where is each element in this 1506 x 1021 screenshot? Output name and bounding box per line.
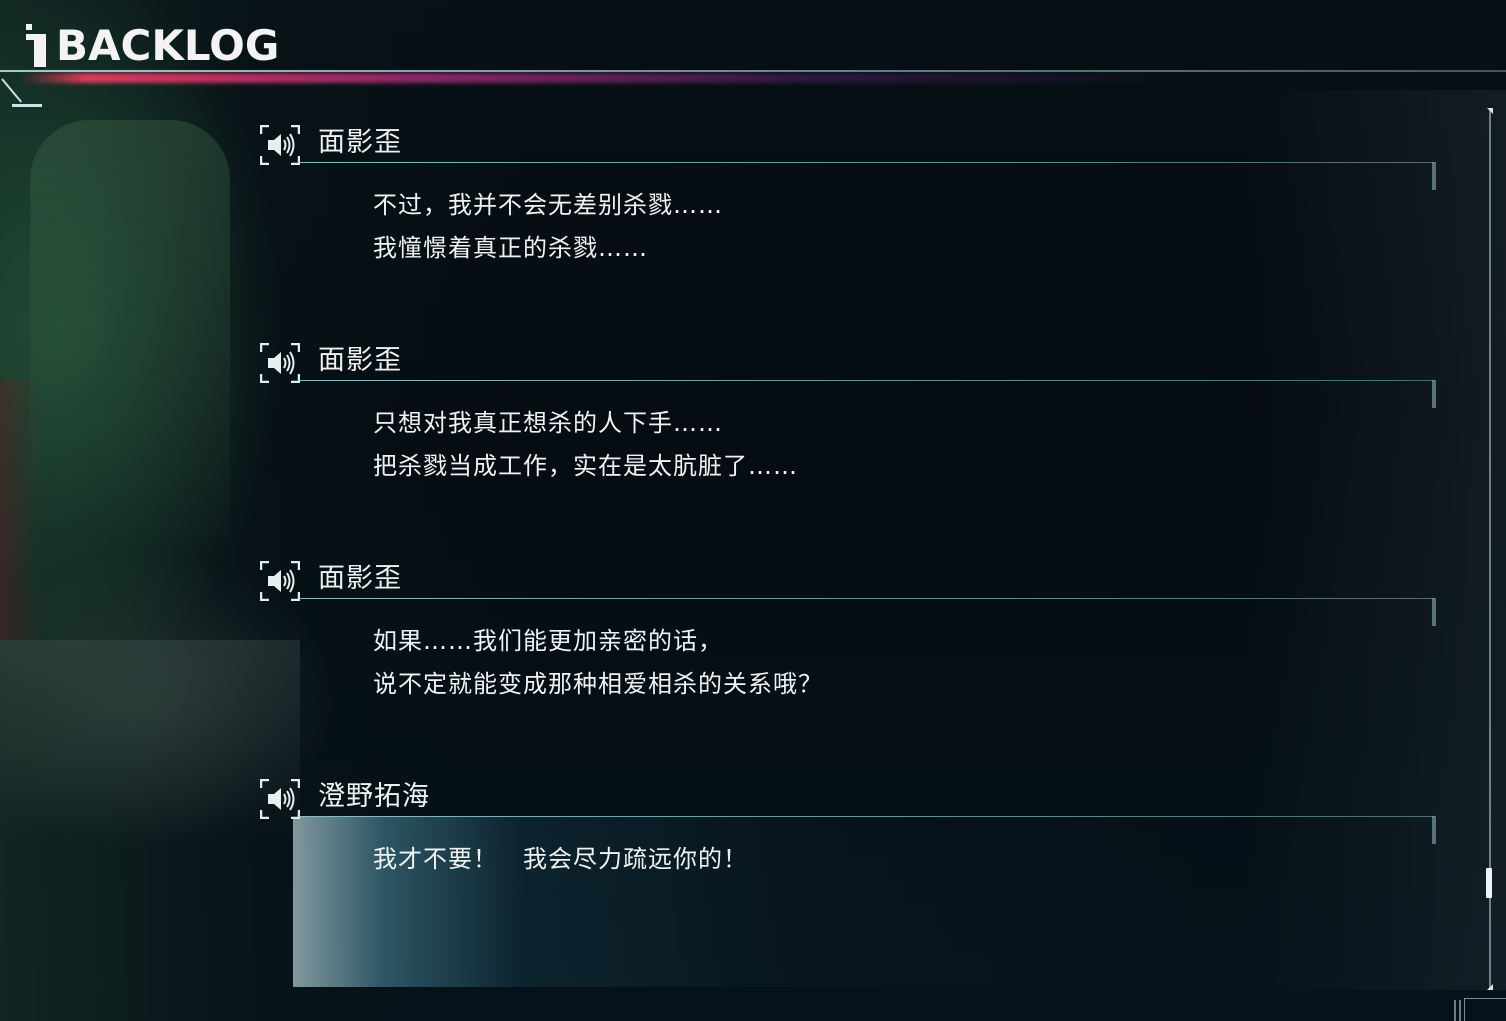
- corner-frame-icon: [1452, 996, 1506, 1021]
- scroll-thumb[interactable]: [1486, 868, 1492, 898]
- name-divider: [298, 816, 1434, 817]
- page-title: BACKLOG: [56, 21, 280, 70]
- backlog-screen: BACKLOG 面影歪 不过，我并不会无差别杀戮…… 我憧憬着真正的杀戮…… 面影歪只…: [0, 0, 1506, 1021]
- background-scenery: [0, 380, 40, 640]
- name-divider: [298, 380, 1434, 381]
- log-entry[interactable]: 面影歪不过，我并不会无差别杀戮…… 我憧憬着真正的杀戮……: [258, 120, 1448, 338]
- name-divider: [298, 162, 1434, 163]
- log-entry[interactable]: 澄野拓海我才不要！ 我会尽力疏远你的！: [258, 774, 1448, 992]
- background-scenery: [0, 640, 300, 840]
- scroll-down-arrow-icon[interactable]: [1487, 984, 1493, 990]
- divider-end-mark: [1432, 162, 1436, 190]
- dialogue-line: 不过，我并不会无差别杀戮……: [373, 191, 723, 219]
- speaker-icon: [260, 561, 300, 601]
- dialogue-line: 如果……我们能更加亲密的话，: [373, 627, 723, 655]
- dialogue-text: 只想对我真正想杀的人下手…… 把杀戮当成工作，实在是太肮脏了……: [373, 402, 798, 488]
- dialogue-line: 我才不要！ 我会尽力疏远你的！: [373, 845, 748, 873]
- dialogue-text: 不过，我并不会无差别杀戮…… 我憧憬着真正的杀戮……: [373, 184, 723, 270]
- dialogue-text: 如果……我们能更加亲密的话， 说不定就能变成那种相爱相杀的关系哦？: [373, 620, 823, 706]
- log-list[interactable]: 面影歪 不过，我并不会无差别杀戮…… 我憧憬着真正的杀戮…… 面影歪 只想对我真正想杀的…: [258, 120, 1448, 992]
- dialogue-line: 把杀戮当成工作，实在是太肮脏了……: [373, 452, 798, 480]
- title-group: BACKLOG: [22, 22, 279, 70]
- voice-replay-button[interactable]: [260, 125, 300, 165]
- log-entry[interactable]: 面影歪只想对我真正想杀的人下手…… 把杀戮当成工作，实在是太肮脏了……: [258, 338, 1448, 556]
- divider-end-mark: [1432, 598, 1436, 626]
- speaker-name: 面影歪: [318, 345, 402, 376]
- dialogue-line: 我憧憬着真正的杀戮……: [373, 234, 648, 262]
- corner-bracket-icon: [0, 64, 44, 110]
- voice-replay-button[interactable]: [260, 779, 300, 819]
- dialogue-line: 说不定就能变成那种相爱相杀的关系哦？: [373, 670, 823, 698]
- dialogue-line: 只想对我真正想杀的人下手……: [373, 409, 723, 437]
- log-entry[interactable]: 面影歪如果……我们能更加亲密的话， 说不定就能变成那种相爱相杀的关系哦？: [258, 556, 1448, 774]
- divider-end-mark: [1432, 816, 1436, 844]
- voice-replay-button[interactable]: [260, 343, 300, 383]
- speaker-icon: [260, 779, 300, 819]
- header-divider: [0, 70, 1506, 72]
- speaker-name: 澄野拓海: [318, 781, 430, 812]
- scroll-up-arrow-icon[interactable]: [1487, 108, 1493, 114]
- background-scenery: [30, 120, 230, 540]
- speaker-name: 面影歪: [318, 563, 402, 594]
- speaker-name: 面影歪: [318, 127, 402, 158]
- header: BACKLOG: [0, 0, 1506, 110]
- scroll-track[interactable]: [1489, 108, 1491, 990]
- info-icon: [22, 24, 46, 68]
- voice-replay-button[interactable]: [260, 561, 300, 601]
- header-glow: [20, 73, 1320, 83]
- name-divider: [298, 598, 1434, 599]
- scrollbar[interactable]: [1484, 108, 1496, 990]
- speaker-icon: [260, 125, 300, 165]
- divider-end-mark: [1432, 380, 1436, 408]
- speaker-icon: [260, 343, 300, 383]
- dialogue-text: 我才不要！ 我会尽力疏远你的！: [373, 838, 748, 881]
